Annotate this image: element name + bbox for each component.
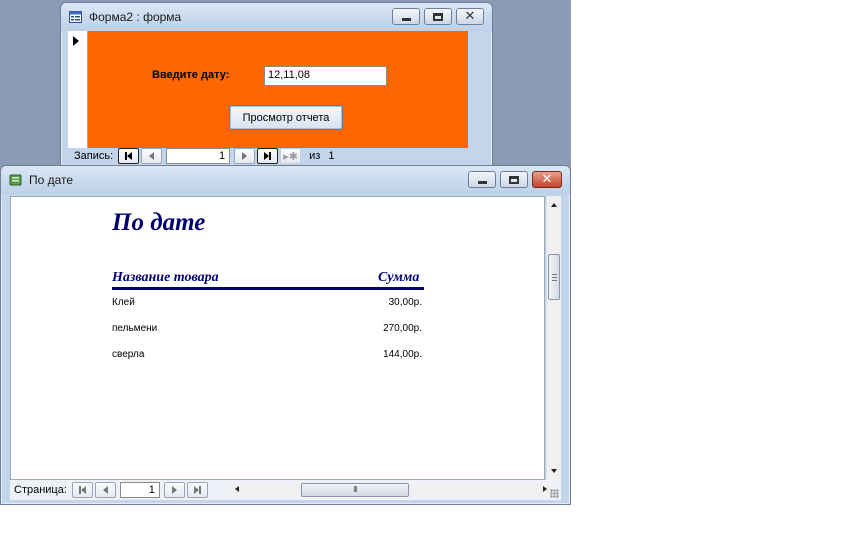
row-sum: 30,00р. <box>388 297 422 308</box>
report-window-icon <box>9 174 22 186</box>
report-close-button[interactable]: ✕ <box>532 171 562 188</box>
minimize-icon <box>477 180 487 184</box>
row-name: Клей <box>112 297 135 308</box>
view-report-button[interactable]: Просмотр отчета <box>229 105 343 130</box>
header-rule <box>112 287 424 290</box>
current-page-input[interactable]: 1 <box>119 482 160 498</box>
form-maximize-button[interactable] <box>424 8 452 25</box>
first-record-button[interactable] <box>118 148 140 164</box>
record-of-label: из <box>309 150 321 162</box>
last-record-icon <box>193 486 201 494</box>
first-record-icon <box>125 152 133 160</box>
last-record-icon <box>264 152 272 160</box>
form-window-icon <box>69 11 82 23</box>
report-window-titlebar[interactable]: По дате ✕ <box>1 166 570 194</box>
form-minimize-button[interactable] <box>392 8 420 25</box>
first-record-icon <box>78 486 86 494</box>
row-name: сверла <box>112 349 145 360</box>
next-record-button[interactable] <box>234 148 256 164</box>
form-close-button[interactable]: ✕ <box>456 8 484 25</box>
report-window-title: По дате <box>29 173 74 187</box>
scroll-down-icon[interactable] <box>551 469 557 473</box>
next-page-button[interactable] <box>163 482 185 498</box>
row-name: пельмени <box>112 323 158 334</box>
column-header-name: Название товара <box>112 270 219 285</box>
previous-record-button[interactable] <box>141 148 163 164</box>
next-record-icon <box>242 152 248 160</box>
report-page: По дате Название товара Сумма Клей 30,00… <box>10 196 545 480</box>
record-label: Запись: <box>74 150 114 162</box>
record-navigation-bar: Запись: 1 ▸✱ из 1 <box>74 148 334 164</box>
row-sum: 144,00р. <box>383 349 422 360</box>
record-selector[interactable] <box>68 31 88 148</box>
report-title: По дате <box>112 209 206 236</box>
new-record-button[interactable]: ▸✱ <box>280 148 302 164</box>
vertical-scrollbar[interactable] <box>546 196 561 480</box>
report-maximize-button[interactable] <box>500 171 528 188</box>
form-window-title: Форма2 : форма <box>89 10 182 24</box>
page-label: Страница: <box>14 484 67 496</box>
column-header-sum: Сумма <box>378 270 420 285</box>
scroll-left-icon[interactable] <box>235 486 239 492</box>
scroll-up-icon[interactable] <box>551 203 557 207</box>
form-window-titlebar[interactable]: Форма2 : форма ✕ <box>61 3 492 31</box>
first-page-button[interactable] <box>71 482 93 498</box>
last-record-button[interactable] <box>257 148 279 164</box>
previous-page-button[interactable] <box>94 482 116 498</box>
scroll-right-icon[interactable] <box>543 486 547 492</box>
current-record-input[interactable]: 1 <box>166 148 231 164</box>
previous-record-icon <box>149 152 155 160</box>
previous-record-icon <box>102 486 108 494</box>
date-input[interactable]: 12,11,08 <box>264 66 387 86</box>
date-label: Введите дату: <box>152 69 230 81</box>
record-pointer-icon <box>73 36 79 46</box>
horizontal-scroll-thumb[interactable]: III <box>301 483 409 497</box>
horizontal-scrollbar[interactable]: III <box>231 483 551 497</box>
vertical-scroll-thumb[interactable] <box>548 254 560 300</box>
maximize-icon <box>433 12 443 21</box>
report-status-bar: Страница: 1 III <box>10 480 561 500</box>
report-window[interactable]: По дате ✕ По дате Название товара Сумма … <box>0 165 571 505</box>
new-record-icon: ▸✱ <box>283 149 299 163</box>
close-icon: ✕ <box>464 9 476 24</box>
minimize-icon <box>401 17 411 21</box>
row-sum: 270,00р. <box>383 323 422 334</box>
page-navigation-bar: Страница: 1 <box>14 482 210 498</box>
form-detail-section: Введите дату: 12,11,08 Просмотр отчета <box>88 31 468 148</box>
next-record-icon <box>171 486 177 494</box>
close-icon: ✕ <box>541 172 553 187</box>
resize-grip-icon[interactable] <box>550 489 559 498</box>
record-total: 1 <box>328 150 335 162</box>
report-minimize-button[interactable] <box>468 171 496 188</box>
form-window[interactable]: Форма2 : форма ✕ Введите дату: 12,11,08 … <box>60 2 493 172</box>
last-page-button[interactable] <box>186 482 208 498</box>
maximize-icon <box>509 175 519 184</box>
